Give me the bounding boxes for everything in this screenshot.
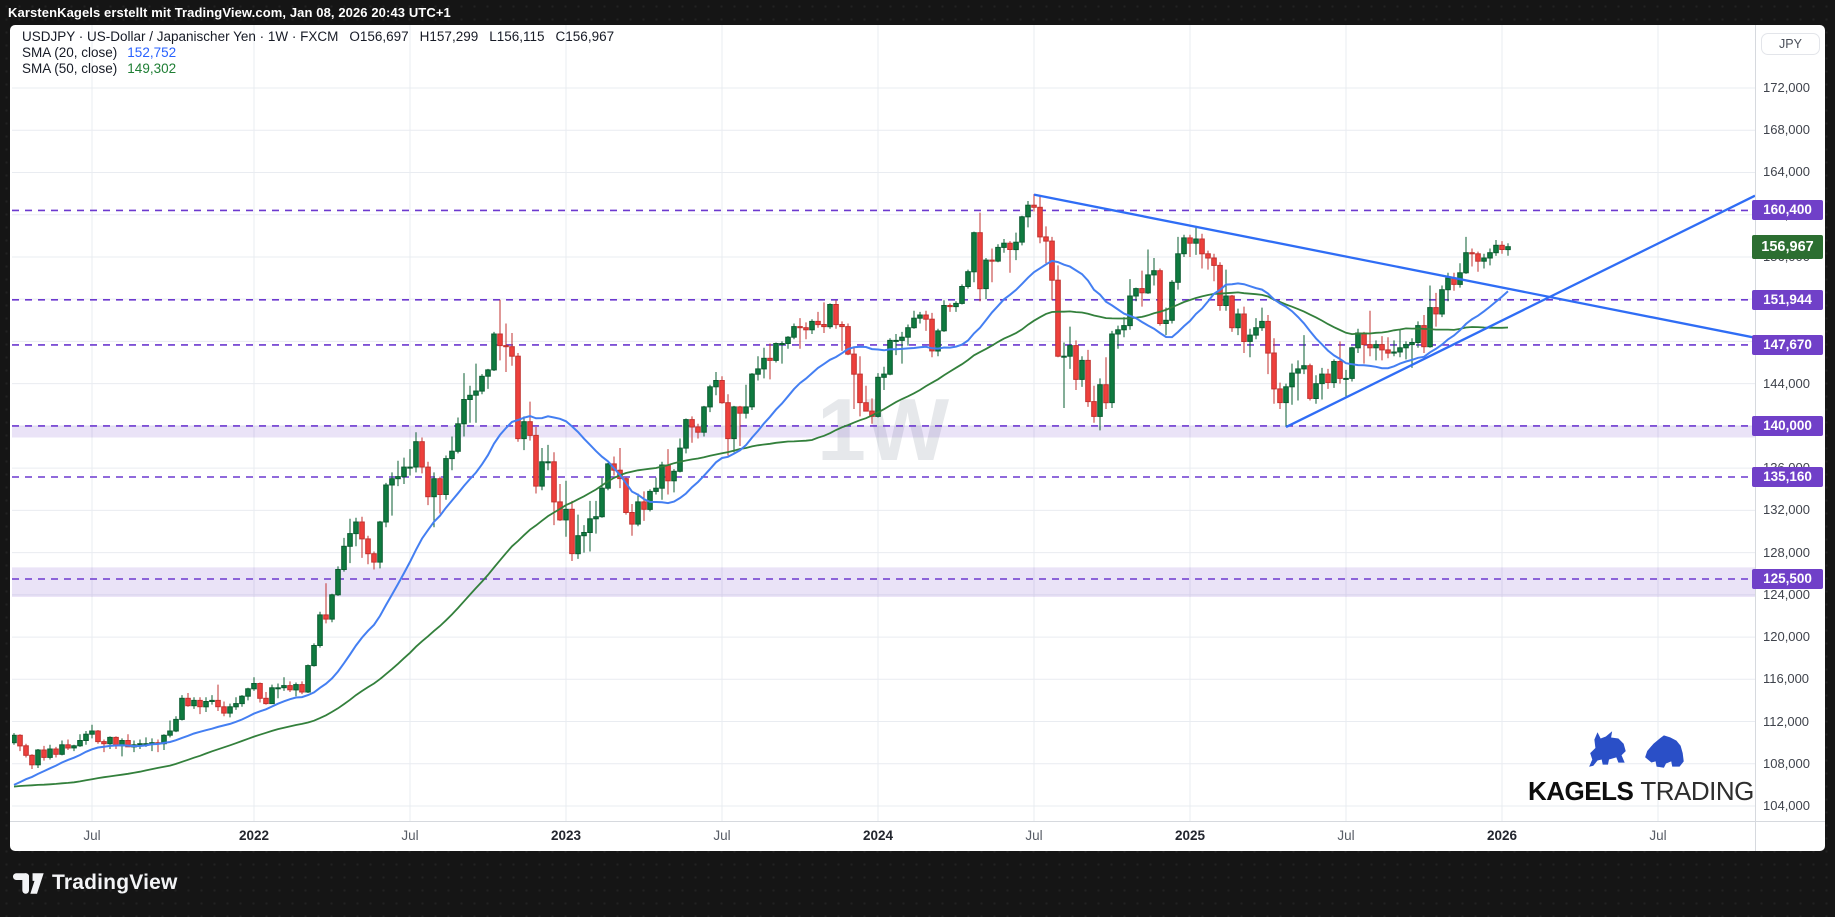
time-axis-label: 2023 bbox=[531, 828, 601, 843]
tradingview-logo[interactable]: TradingView bbox=[13, 871, 178, 895]
attribution-bar: KarstenKagels erstellt mit TradingView.c… bbox=[0, 0, 1835, 25]
bull-icon bbox=[1586, 729, 1632, 774]
bottom-bar: TradingView bbox=[0, 851, 1835, 917]
tradingview-icon bbox=[13, 872, 45, 895]
symbol-legend: USDJPY · US-Dollar / Japanischer Yen · 1… bbox=[22, 29, 614, 77]
ohlc-value-l: L156,115 bbox=[489, 29, 544, 44]
price-tick-label: 172,000 bbox=[1763, 80, 1825, 96]
price-tick-label: 108,000 bbox=[1763, 756, 1825, 772]
indicator-value: 152,752 bbox=[127, 45, 176, 60]
price-tick-label: 144,000 bbox=[1763, 376, 1825, 392]
time-axis-label: 2025 bbox=[1155, 828, 1225, 843]
time-axis-label: 2022 bbox=[219, 828, 289, 843]
kagels-wordmark: KAGELSTRADING bbox=[1528, 776, 1748, 807]
tradingview-wordmark: TradingView bbox=[52, 871, 178, 895]
last-price-badge: 156,967 bbox=[1752, 235, 1823, 259]
price-level-badge[interactable]: 151,944 bbox=[1752, 290, 1823, 310]
price-level-badge[interactable]: 140,000 bbox=[1752, 416, 1823, 436]
ohlc-value-c: C156,967 bbox=[556, 29, 615, 44]
bear-icon bbox=[1642, 733, 1690, 774]
indicator-value: 149,302 bbox=[127, 61, 176, 76]
price-level-badge[interactable]: 147,670 bbox=[1752, 335, 1823, 355]
price-tick-label: 128,000 bbox=[1763, 545, 1825, 561]
price-level-badge[interactable]: 135,160 bbox=[1752, 467, 1823, 487]
indicator-label: SMA (20, close) bbox=[22, 45, 117, 60]
price-tick-label: 164,000 bbox=[1763, 164, 1825, 180]
attribution-text: KarstenKagels erstellt mit TradingView.c… bbox=[0, 5, 451, 20]
time-axis-label: Jul bbox=[999, 828, 1069, 843]
price-tick-label: 124,000 bbox=[1763, 587, 1825, 603]
symbol-title[interactable]: USDJPY · US-Dollar / Japanischer Yen · 1… bbox=[22, 29, 338, 44]
price-tick-label: 112,000 bbox=[1763, 714, 1825, 730]
time-axis-label: 2024 bbox=[843, 828, 913, 843]
time-axis-label: Jul bbox=[375, 828, 445, 843]
kagels-trading-logo: KAGELSTRADING bbox=[1528, 732, 1748, 807]
indicator-row-sma50[interactable]: SMA (50, close) 149,302 bbox=[22, 61, 614, 77]
time-axis-label: 2026 bbox=[1467, 828, 1537, 843]
indicator-label: SMA (50, close) bbox=[22, 61, 117, 76]
price-tick-label: 132,000 bbox=[1763, 502, 1825, 518]
time-axis-label: Jul bbox=[1623, 828, 1693, 843]
time-axis-label: Jul bbox=[1311, 828, 1381, 843]
price-level-badge[interactable]: 160,400 bbox=[1752, 200, 1823, 220]
chart-card bbox=[10, 25, 1825, 851]
ohlc-value-h: H157,299 bbox=[420, 29, 479, 44]
price-level-badge[interactable]: 125,500 bbox=[1752, 569, 1823, 589]
ohlc-value-o: O156,697 bbox=[349, 29, 408, 44]
page: { "attribution": {"text": "KarstenKagels… bbox=[0, 0, 1835, 917]
currency-toggle-button[interactable]: JPY bbox=[1761, 33, 1820, 55]
time-axis-label: Jul bbox=[687, 828, 757, 843]
time-axis-label: Jul bbox=[57, 828, 127, 843]
symbol-row[interactable]: USDJPY · US-Dollar / Japanischer Yen · 1… bbox=[22, 29, 614, 45]
price-tick-label: 116,000 bbox=[1763, 671, 1825, 687]
price-tick-label: 120,000 bbox=[1763, 629, 1825, 645]
indicator-row-sma20[interactable]: SMA (20, close) 152,752 bbox=[22, 45, 614, 61]
price-tick-label: 168,000 bbox=[1763, 122, 1825, 138]
price-tick-label: 104,000 bbox=[1763, 798, 1825, 814]
time-axis[interactable]: Jul 2022 Jul 2023 Jul 2024 Jul 2025 Jul 2026 Jul bbox=[10, 822, 1755, 851]
